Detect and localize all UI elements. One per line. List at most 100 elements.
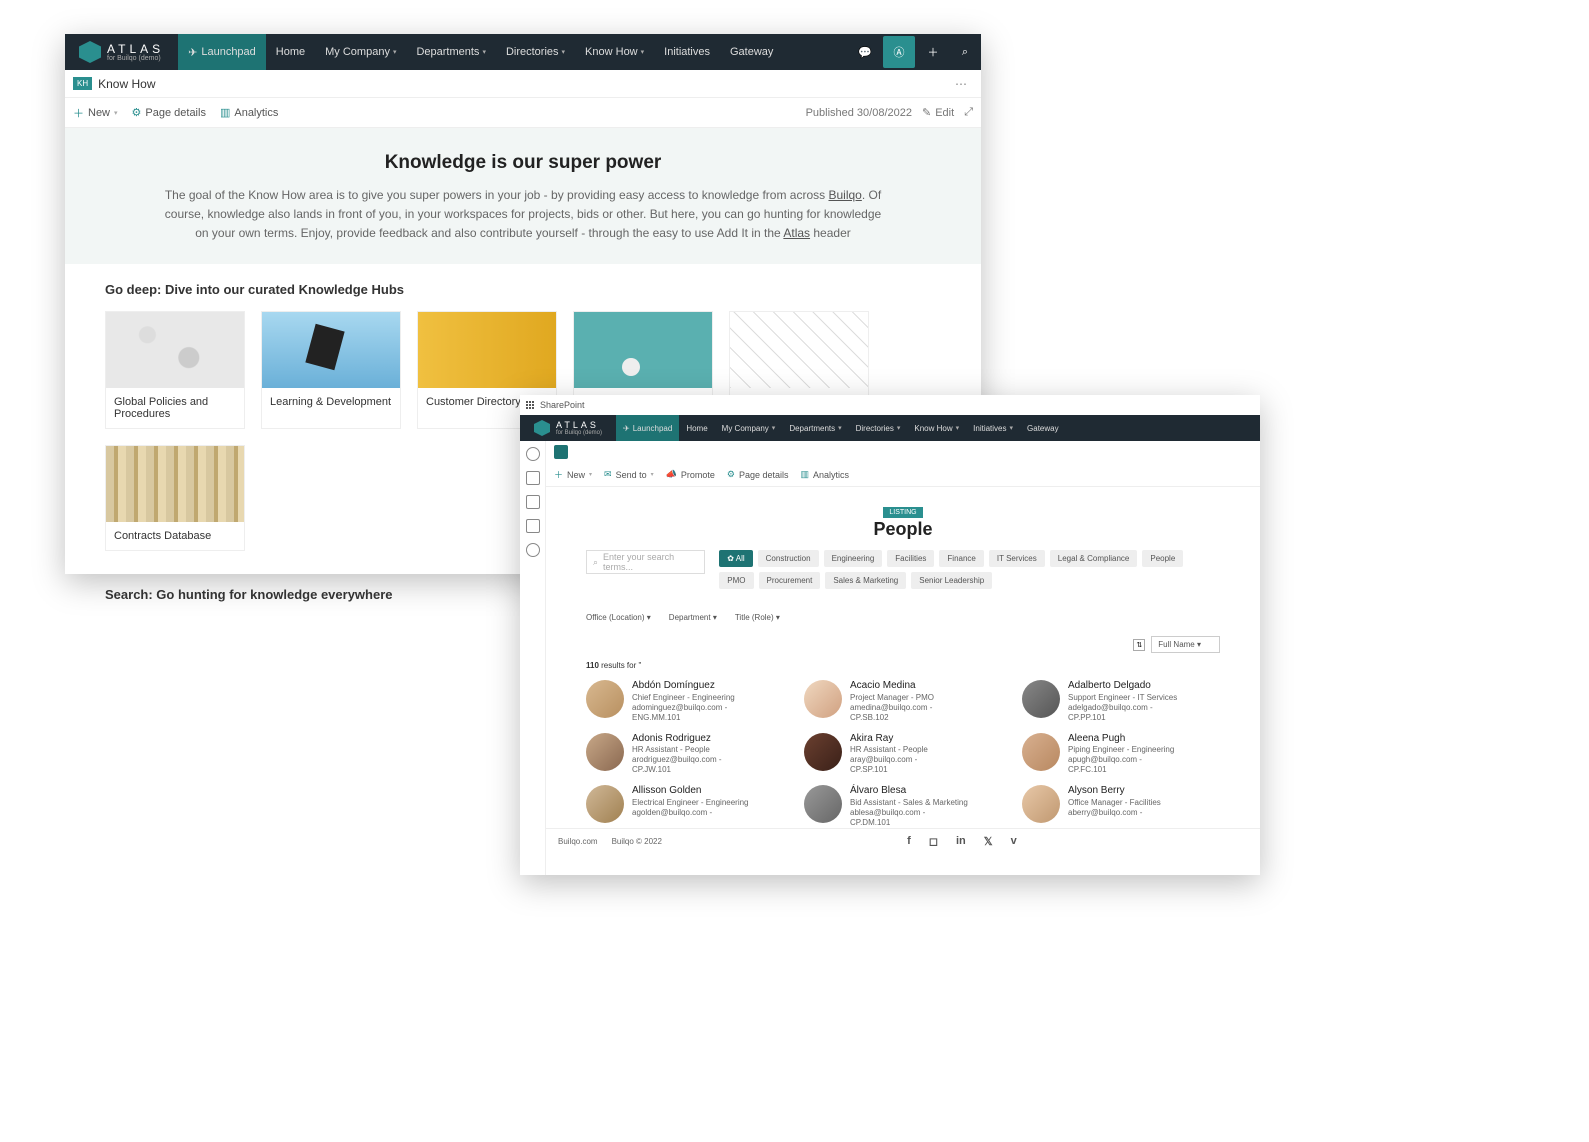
sort-direction-icon[interactable]: ⇅ [1133,639,1145,651]
edit-button[interactable]: ✎Edit [922,106,954,119]
send-to-button[interactable]: ✉Send to ▾ [604,469,654,480]
nav-gateway[interactable]: Gateway [720,34,783,70]
title-filter[interactable]: Title (Role) ▾ [735,613,780,622]
filter-pill[interactable]: Facilities [887,550,934,567]
person-card[interactable]: Acacio MedinaProject Manager - PMOamedin… [804,680,1002,723]
twitter-icon[interactable]: 𝕏 [984,835,993,848]
person-card[interactable]: Aleena PughPiping Engineer - Engineering… [1022,733,1220,776]
nav-departments[interactable]: Departments▾ [782,415,848,441]
nav-knowhow[interactable]: Know How▾ [575,34,654,70]
rail-library-icon[interactable] [526,495,540,509]
chevron-down-icon: ▾ [956,424,960,432]
page-details-button[interactable]: ⚙Page details [132,106,206,119]
builqo-link[interactable]: Builqo [828,188,861,202]
chevron-down-icon: ▾ [482,48,486,56]
promote-button[interactable]: 📣Promote [666,469,715,480]
filter-pill[interactable]: Construction [758,550,819,567]
rail-doc-icon[interactable] [526,471,540,485]
filter-pill[interactable]: Sales & Marketing [825,572,906,589]
new-button[interactable]: ＋New ▾ [73,105,118,121]
instagram-icon[interactable]: ◻ [929,835,938,848]
filter-pill[interactable]: Engineering [824,550,883,567]
nav-mycompany[interactable]: My Company▾ [315,34,406,70]
new-button[interactable]: ＋New ▾ [554,468,592,481]
hub-card[interactable]: Learning & Development [261,311,401,429]
app-launcher-icon[interactable] [526,401,534,409]
filter-pill[interactable]: Procurement [759,572,821,589]
person-card[interactable]: Alyson BerryOffice Manager - Facilitiesa… [1022,785,1220,828]
logo-cube-icon [534,420,550,436]
filter-pill[interactable]: PMO [719,572,753,589]
account-icon[interactable]: Ⓐ [883,36,915,68]
send-icon: ✉ [604,469,612,480]
nav-initiatives[interactable]: Initiatives [654,34,720,70]
nav-home[interactable]: Home [679,415,714,441]
person-card[interactable]: Abdón DomínguezChief Engineer - Engineer… [586,680,784,723]
filter-pill[interactable]: Legal & Compliance [1050,550,1138,567]
hub-image [106,446,244,522]
filter-pill[interactable]: Senior Leadership [911,572,992,589]
chevron-down-icon: ▾ [772,424,776,432]
filter-pill[interactable]: People [1142,550,1183,567]
nav-initiatives[interactable]: Initiatives▾ [966,415,1020,441]
avatar [804,680,842,718]
facebook-icon[interactable]: f [907,835,911,848]
avatar [1022,680,1060,718]
chart-icon: ▥ [220,106,230,119]
chat-icon[interactable]: 💬 [849,36,881,68]
nav-home[interactable]: Home [266,34,315,70]
rail-add-icon[interactable] [526,543,540,557]
breadcrumb[interactable]: Know How [98,77,155,91]
sort-field-dropdown[interactable]: Full Name ▾ [1151,636,1220,653]
page-details-button[interactable]: ⚙Page details [727,469,789,480]
hero-section: Knowledge is our super power The goal of… [65,128,981,264]
listing-title: People [546,519,1260,540]
filter-pill[interactable]: IT Services [989,550,1045,567]
person-card[interactable]: Álvaro BlesaBid Assistant - Sales & Mark… [804,785,1002,828]
person-card[interactable]: Adonis RodriguezHR Assistant - Peoplearo… [586,733,784,776]
office-filter[interactable]: Office (Location) ▾ [586,613,651,622]
atlas-logo[interactable]: ATLAS for Builqo (demo) [65,41,178,63]
breadcrumb-bar: KH Know How ⋯ [65,70,981,98]
chip-icon[interactable] [554,445,568,459]
search-icon[interactable]: ⌕ [949,36,981,68]
department-filter[interactable]: Department ▾ [669,613,717,622]
search-input[interactable]: ⌕ Enter your search terms... [586,550,705,574]
avatar [586,680,624,718]
avatar [586,733,624,771]
person-card[interactable]: Akira RayHR Assistant - Peoplearay@builq… [804,733,1002,776]
expand-icon[interactable]: ⤢ [964,106,973,119]
hero-body: The goal of the Know How area is to give… [163,186,883,244]
hub-image [418,312,556,388]
nav-departments[interactable]: Departments▾ [406,34,496,70]
filter-all[interactable]: ✿ All [719,550,752,567]
more-dots-icon[interactable]: ⋯ [949,77,973,91]
nav-directories[interactable]: Directories▾ [849,415,908,441]
add-icon[interactable]: ＋ [917,36,949,68]
chevron-down-icon: ▾ [114,109,118,117]
sharepoint-label[interactable]: SharePoint [540,400,585,410]
rail-globe-icon[interactable] [526,447,540,461]
nav-gateway[interactable]: Gateway [1020,415,1066,441]
page-toolbar-2: ＋New ▾ ✉Send to ▾ 📣Promote ⚙Page details… [546,463,1260,487]
linkedin-icon[interactable]: in [956,835,966,848]
nav-launchpad[interactable]: ✈ Launchpad [178,34,266,70]
analytics-button[interactable]: ▥Analytics [220,106,278,119]
atlas-link[interactable]: Atlas [783,226,810,240]
page-title: Knowledge is our super power [105,152,941,174]
hub-card[interactable]: Contracts Database [105,445,245,551]
nav-mycompany[interactable]: My Company▾ [715,415,783,441]
atlas-logo[interactable]: ATLAS for Builqo (demo) [520,420,616,436]
nav-knowhow[interactable]: Know How▾ [907,415,966,441]
analytics-button[interactable]: ▥Analytics [801,469,850,480]
nav-launchpad[interactable]: ✈ Launchpad [616,415,679,441]
hub-card[interactable]: Global Policies and Procedures [105,311,245,429]
nav-directories[interactable]: Directories▾ [496,34,575,70]
crumb-badge: KH [73,77,92,90]
person-card[interactable]: Allisson GoldenElectrical Engineer - Eng… [586,785,784,828]
person-card[interactable]: Adalberto DelgadoSupport Engineer - IT S… [1022,680,1220,723]
vimeo-icon[interactable]: v [1011,835,1017,848]
filter-pill[interactable]: Finance [939,550,983,567]
footer-site-link[interactable]: Builqo.com [558,837,598,846]
rail-recycle-icon[interactable] [526,519,540,533]
